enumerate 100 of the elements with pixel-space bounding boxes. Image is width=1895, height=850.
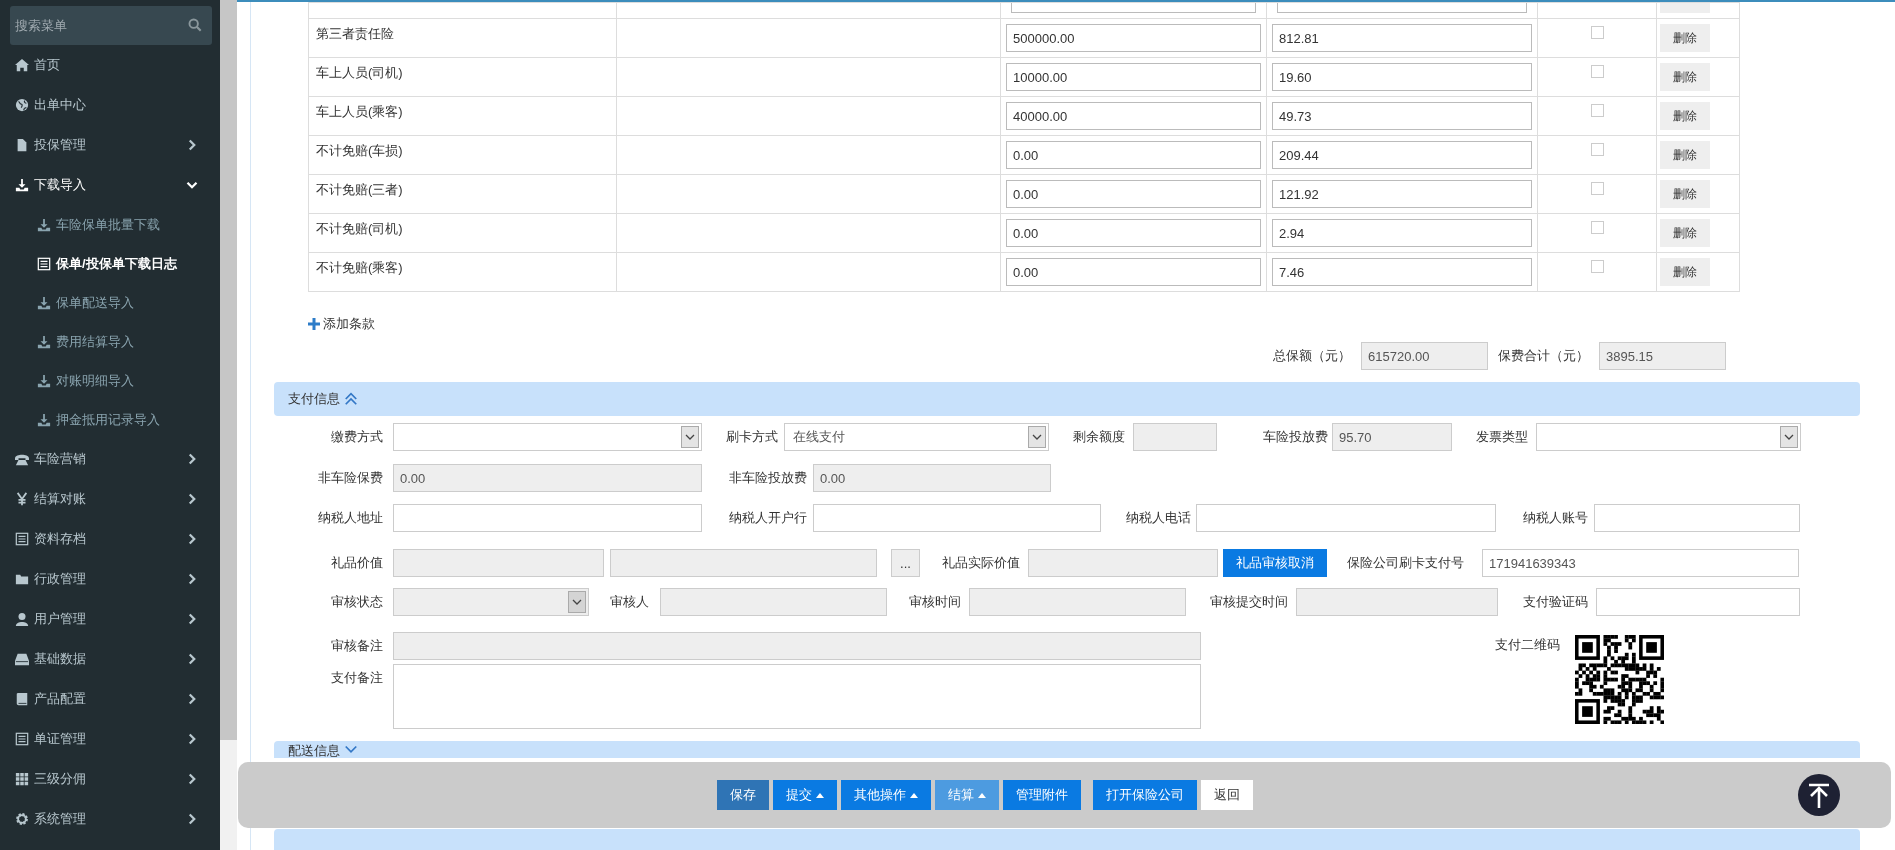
field-label: 非车险投放费 [728,469,807,487]
download-icon [37,334,51,349]
menu-item[interactable]: 用户管理 [0,599,220,639]
input-field[interactable]: 615720.00 [1361,342,1488,370]
delete-button[interactable]: 删除 [1660,102,1710,130]
input-field[interactable]: 0.00 [1006,258,1261,286]
home-icon [15,58,29,72]
input-field[interactable]: 0.00 [1006,180,1261,208]
file-icon [15,138,29,152]
input-field[interactable]: 209.44 [1272,141,1532,169]
input-field[interactable] [393,504,702,532]
menu-item[interactable]: 首页 [0,45,220,85]
globe-icon [15,98,29,112]
section-header[interactable]: 支付信息 [274,382,1860,416]
field-label: 纳税人开户行 [728,509,807,527]
settings-icon [15,812,29,826]
input-field[interactable]: 40000.00 [1006,102,1261,130]
menu-item[interactable]: 资料存档 [0,519,220,559]
menu-item[interactable]: 三级分佣 [0,759,220,799]
menu-item[interactable]: 结算对账 [0,479,220,519]
submenu-item[interactable]: 车险保单批量下载 [0,205,220,244]
table-cell: 第三者责任险 [316,26,394,41]
submenu-item[interactable]: 押金抵用记录导入 [0,400,220,439]
input-field[interactable] [1596,588,1800,616]
grid-icon [15,772,29,786]
chevron-right-icon [186,533,198,545]
toolbar-button[interactable]: 打开保险公司 [1092,780,1197,810]
chevron-right-icon [186,773,198,785]
delete-button[interactable]: 删除 [1660,180,1710,208]
input-field[interactable] [1196,504,1496,532]
section-header[interactable]: 配送信息 [274,741,1860,758]
toolbar-button[interactable]: 保存 [716,780,769,810]
field-label: 审核时间 [908,593,961,611]
checkbox[interactable] [1590,221,1604,234]
dropdown-field[interactable]: 在线支付 [784,423,1049,451]
submenu-item[interactable]: 保单配送导入 [0,283,220,322]
checkbox[interactable] [1590,260,1604,273]
input-field[interactable]: 49.73 [1272,102,1532,130]
checkbox[interactable] [1590,182,1604,195]
input-field[interactable]: 10000.00 [1006,63,1261,91]
browse-button[interactable]: ... [891,549,920,577]
submenu-item[interactable]: 保单/投保单下载日志 [0,244,220,283]
menu-item[interactable]: 产品配置 [0,679,220,719]
caret-icon [815,792,824,798]
list-icon [37,256,51,271]
add-clause-link[interactable]: 添加条款 [323,315,375,333]
input-field[interactable] [813,504,1101,532]
input-field[interactable] [1594,504,1800,532]
menu-item[interactable]: 单证管理 [0,719,220,759]
search-field[interactable]: 搜索菜单 [10,6,212,45]
menu-item[interactable]: 投保管理 [0,125,220,165]
input-field[interactable]: 121.92 [1272,180,1532,208]
input-field[interactable]: 812.81 [1272,24,1532,52]
menu-item[interactable]: 下载导入 [0,165,220,205]
field-label: 纳税人账号 [1522,509,1588,527]
toolbar-button[interactable]: 返回 [1200,780,1253,810]
delete-button[interactable]: 删除 [1660,141,1710,169]
field-label: 礼品实际价值 [941,554,1020,572]
delete-button[interactable]: 删除 [1660,258,1710,286]
toolbar-button[interactable]: 管理附件 [1002,780,1081,810]
toolbar-button[interactable]: 其他操作 [840,780,931,810]
menu-item[interactable]: 基础数据 [0,639,220,679]
table-cell: 车上人员(司机) [316,65,403,80]
field-label: 纳税人地址 [317,509,383,527]
field-label: 缴费方式 [330,428,383,446]
download-icon [37,373,51,388]
menu-item[interactable]: 系统管理 [0,799,220,839]
delete-button[interactable]: 删除 [1660,219,1710,247]
chevron-right-icon [186,693,198,705]
input-field[interactable]: 0.00 [1006,141,1261,169]
input-field[interactable]: 19.60 [1272,63,1532,91]
delete-button[interactable]: 删除 [1660,63,1710,91]
input-field[interactable] [1011,3,1256,13]
delete-button[interactable] [1660,3,1710,13]
field-label: 礼品价值 [330,554,383,572]
menu-item[interactable]: 出单中心 [0,85,220,125]
checkbox[interactable] [1590,104,1604,117]
input-field[interactable]: 171941639343 [1482,549,1799,577]
input-field[interactable]: 2.94 [1272,219,1532,247]
menu-item[interactable]: 行政管理 [0,559,220,599]
checkbox[interactable] [1590,26,1604,39]
chevron-right-icon [186,733,198,745]
input-field[interactable]: 0.00 [1006,219,1261,247]
toolbar-button[interactable]: 提交 [772,780,837,810]
dropdown-field[interactable] [1536,423,1801,451]
input-field[interactable] [1277,3,1527,13]
submenu-item[interactable]: 费用结算导入 [0,322,220,361]
checkbox[interactable] [1590,65,1604,78]
menu-item[interactable]: 车险营销 [0,439,220,479]
scrollbar-thumb[interactable] [220,0,237,740]
input-field[interactable]: 500000.00 [1006,24,1261,52]
input-field[interactable]: 7.46 [1272,258,1532,286]
text-area[interactable] [393,664,1201,729]
delete-button[interactable]: 删除 [1660,24,1710,52]
cancel-review-button[interactable]: 礼品审核取消 [1223,549,1327,577]
checkbox[interactable] [1590,143,1604,156]
input-field[interactable]: 3895.15 [1599,342,1726,370]
dropdown-field[interactable] [393,423,702,451]
submenu-item[interactable]: 对账明细导入 [0,361,220,400]
download-icon [37,412,51,427]
